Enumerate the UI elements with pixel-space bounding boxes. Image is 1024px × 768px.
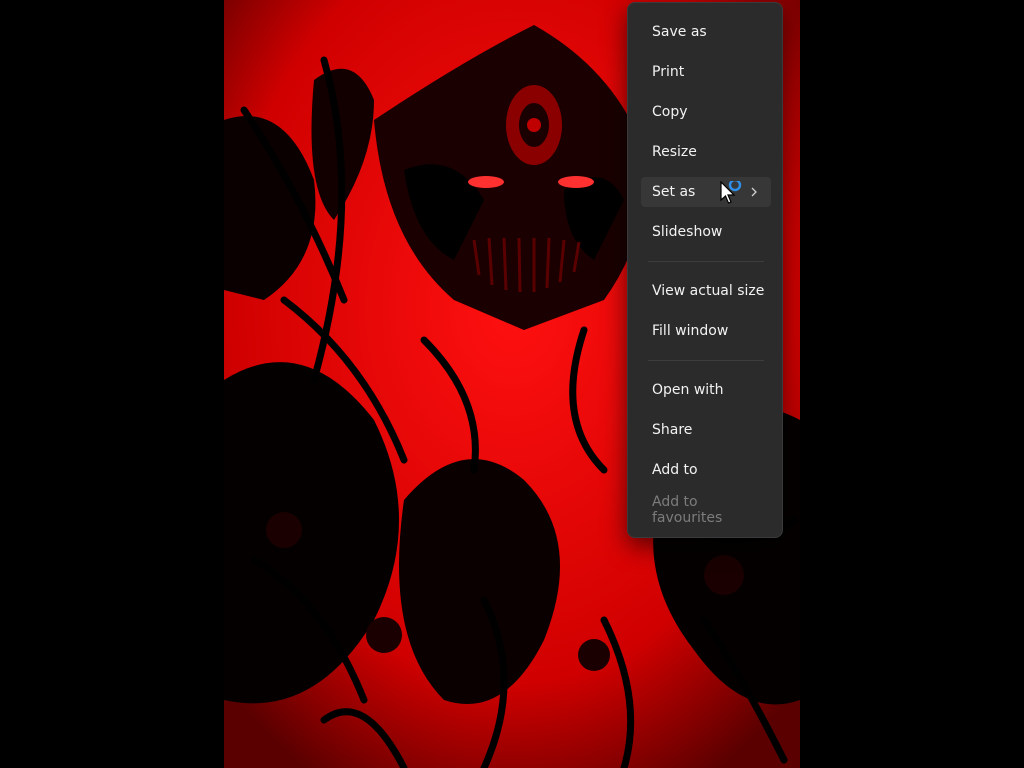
menu-item-open-with[interactable]: Open with (641, 375, 771, 405)
menu-item-copy[interactable]: Copy (641, 97, 771, 127)
menu-item-slideshow[interactable]: Slideshow (641, 217, 771, 247)
menu-divider (648, 360, 764, 361)
menu-item-label: Set as (652, 184, 696, 200)
menu-divider (648, 261, 764, 262)
menu-item-resize[interactable]: Resize (641, 137, 771, 167)
menu-item-view-actual-size[interactable]: View actual size (641, 276, 771, 306)
menu-item-save-as[interactable]: Save as (641, 17, 771, 47)
chevron-right-icon (751, 187, 757, 197)
menu-item-label: Save as (652, 24, 707, 40)
menu-item-print[interactable]: Print (641, 57, 771, 87)
menu-item-label: Open with (652, 382, 724, 398)
menu-item-label: Slideshow (652, 224, 723, 240)
context-menu: Save as Print Copy Resize Set as Slidesh… (627, 2, 783, 538)
menu-item-fill-window[interactable]: Fill window (641, 316, 771, 346)
menu-item-label: Add to (652, 462, 698, 478)
menu-item-label: Fill window (652, 323, 729, 339)
menu-item-label: Add to favourites (652, 494, 723, 526)
menu-item-label: Resize (652, 144, 697, 160)
menu-item-label: Share (652, 422, 693, 438)
menu-item-share[interactable]: Share (641, 415, 771, 445)
menu-item-add-to[interactable]: Add to (641, 455, 771, 485)
menu-item-label: Copy (652, 104, 688, 120)
menu-item-label: View actual size (652, 283, 765, 299)
photo-viewer: Save as Print Copy Resize Set as Slidesh… (0, 0, 1024, 768)
menu-item-add-to-favourites: Add to favourites (641, 494, 771, 526)
menu-item-label: Print (652, 64, 685, 80)
menu-item-set-as[interactable]: Set as (641, 177, 771, 207)
